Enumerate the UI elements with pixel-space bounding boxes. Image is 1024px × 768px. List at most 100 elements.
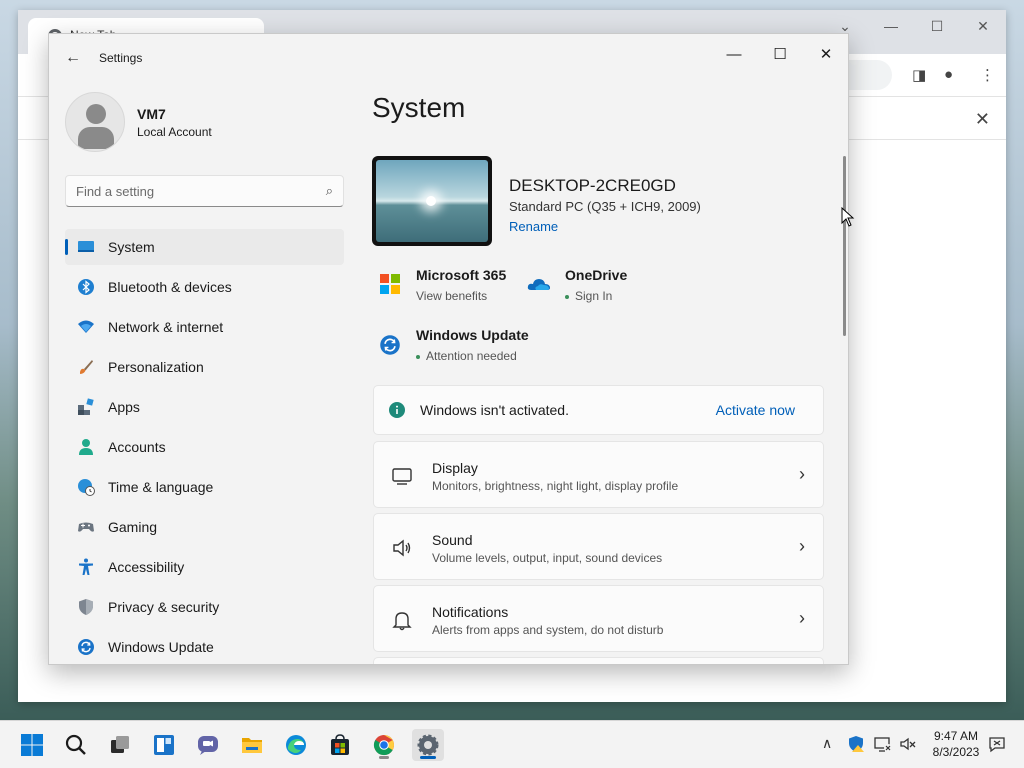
search-icon: [65, 734, 86, 755]
bluetooth-icon: [78, 279, 94, 295]
scrollbar[interactable]: [843, 156, 846, 336]
chrome-button[interactable]: [368, 729, 400, 761]
chevron-right-icon: ›: [799, 536, 805, 556]
maximize-button[interactable]: ☐: [757, 40, 803, 70]
store-button[interactable]: [324, 729, 356, 761]
volume-muted-icon[interactable]: [899, 735, 917, 753]
apps-icon: [78, 398, 94, 415]
card-next-partial[interactable]: [373, 657, 824, 664]
browser-minimize-button[interactable]: —: [876, 18, 906, 34]
sidebar-item-label: Accounts: [108, 439, 166, 455]
edge-button[interactable]: [280, 729, 312, 761]
search-icon: ⌕: [325, 183, 333, 198]
wallpaper-preview: [376, 160, 488, 242]
settings-window: ← Settings — ☐ ✕ VM7 Local Account Find …: [48, 33, 849, 665]
chevron-right-icon: ›: [799, 464, 805, 484]
card-sound[interactable]: Sound Volume levels, output, input, soun…: [373, 513, 824, 580]
browser-close-button[interactable]: ✕: [968, 18, 998, 35]
sidebar-item-accounts[interactable]: Accounts: [65, 429, 344, 465]
show-hidden-icons-chevron-up-icon[interactable]: ∧: [822, 735, 832, 752]
device-name: DESKTOP-2CRE0GD: [509, 176, 676, 195]
sidebar-item-label: Network & internet: [108, 319, 224, 335]
mouse-cursor-icon: [841, 207, 855, 227]
clock-date[interactable]: 8/3/2023: [924, 745, 988, 759]
windows-update-sub: Attention needed: [426, 349, 517, 363]
onedrive-title[interactable]: OneDrive: [565, 267, 627, 283]
store-icon: [331, 734, 349, 755]
onedrive-sub: Sign In: [575, 289, 613, 303]
file-explorer-button[interactable]: [236, 729, 268, 761]
settings-app-button[interactable]: [412, 729, 444, 761]
teams-chat-button[interactable]: [192, 729, 224, 761]
activate-now-link[interactable]: Activate now: [716, 402, 795, 418]
back-arrow-icon[interactable]: ←: [63, 48, 83, 68]
sidebar-item-gaming[interactable]: Gaming: [65, 509, 344, 545]
onedrive-status[interactable]: Sign In: [565, 289, 612, 303]
accessibility-icon: [79, 558, 93, 575]
monitor-icon: [78, 241, 94, 252]
close-button[interactable]: ✕: [803, 40, 848, 70]
windows-update-title[interactable]: Windows Update: [416, 327, 529, 343]
windows-update-tile-icon: [380, 335, 400, 355]
activation-message: Windows isn't activated.: [420, 402, 569, 418]
sidebar-item-label: Time & language: [108, 479, 214, 495]
minimize-button[interactable]: —: [711, 40, 757, 70]
card-notifications[interactable]: Notifications Alerts from apps and syste…: [373, 585, 824, 652]
status-dot: [416, 354, 420, 359]
avatar[interactable]: [65, 92, 125, 152]
person-icon: [79, 439, 93, 455]
sidebar-item-system[interactable]: System: [65, 229, 344, 265]
card-display[interactable]: Display Monitors, brightness, night ligh…: [373, 441, 824, 508]
infobar-close-icon[interactable]: ✕: [975, 109, 990, 130]
sidebar-item-personalization[interactable]: Personalization: [65, 349, 344, 385]
profile-icon[interactable]: ●: [944, 66, 953, 83]
sidepanel-icon[interactable]: ◨: [912, 66, 926, 84]
task-view-icon: [111, 736, 129, 753]
card-subtitle: Volume levels, output, input, sound devi…: [432, 551, 663, 565]
sidebar-item-label: Privacy & security: [108, 599, 220, 615]
running-indicator: [379, 756, 389, 759]
notification-center-icon[interactable]: [988, 735, 1006, 753]
card-title: Display: [432, 460, 478, 476]
network-disconnected-icon[interactable]: [874, 735, 892, 753]
account-type: Local Account: [137, 125, 212, 139]
search-input[interactable]: Find a setting ⌕: [65, 175, 344, 207]
sidebar-item-label: Gaming: [108, 519, 158, 535]
active-indicator: [65, 239, 68, 255]
sidebar-item-privacy-security[interactable]: Privacy & security: [65, 589, 344, 625]
sidebar-item-time-language[interactable]: Time & language: [65, 469, 344, 505]
task-view-button[interactable]: [104, 729, 136, 761]
microsoft365-title[interactable]: Microsoft 365: [416, 267, 506, 283]
device-spec: Standard PC (Q35 + ICH9, 2009): [509, 199, 701, 214]
menu-icon[interactable]: ⋮: [980, 66, 995, 84]
search-button[interactable]: [60, 729, 92, 761]
edge-icon: [286, 735, 306, 755]
microsoft365-sub[interactable]: View benefits: [416, 289, 487, 303]
sidebar-item-windows-update[interactable]: Windows Update: [65, 629, 344, 664]
windows-update-status[interactable]: Attention needed: [416, 349, 517, 363]
chat-icon: [198, 736, 218, 755]
chrome-icon: [373, 735, 395, 756]
sidebar-item-label: System: [108, 239, 155, 255]
settings-titlebar: ← Settings — ☐ ✕: [49, 34, 848, 82]
browser-maximize-button[interactable]: ☐: [922, 18, 952, 35]
info-icon: [389, 402, 405, 418]
card-title: Notifications: [432, 604, 509, 620]
sidebar-item-apps[interactable]: Apps: [65, 389, 344, 425]
windows-logo-icon: [21, 734, 43, 756]
window-title: Settings: [99, 51, 143, 65]
start-button[interactable]: [16, 729, 48, 761]
sidebar-item-bluetooth[interactable]: Bluetooth & devices: [65, 269, 344, 305]
security-shield-warning-icon[interactable]: [847, 735, 865, 753]
sidebar-item-label: Bluetooth & devices: [108, 279, 232, 295]
search-placeholder: Find a setting: [76, 184, 155, 199]
sidebar-item-network[interactable]: Network & internet: [65, 309, 344, 345]
widgets-button[interactable]: [148, 729, 180, 761]
rename-link[interactable]: Rename: [509, 219, 558, 234]
sidebar-item-accessibility[interactable]: Accessibility: [65, 549, 344, 585]
display-icon: [392, 468, 412, 485]
update-icon: [78, 639, 94, 655]
brush-icon: [80, 360, 93, 374]
clock-time[interactable]: 9:47 AM: [924, 729, 988, 743]
sidebar-item-label: Accessibility: [108, 559, 185, 575]
